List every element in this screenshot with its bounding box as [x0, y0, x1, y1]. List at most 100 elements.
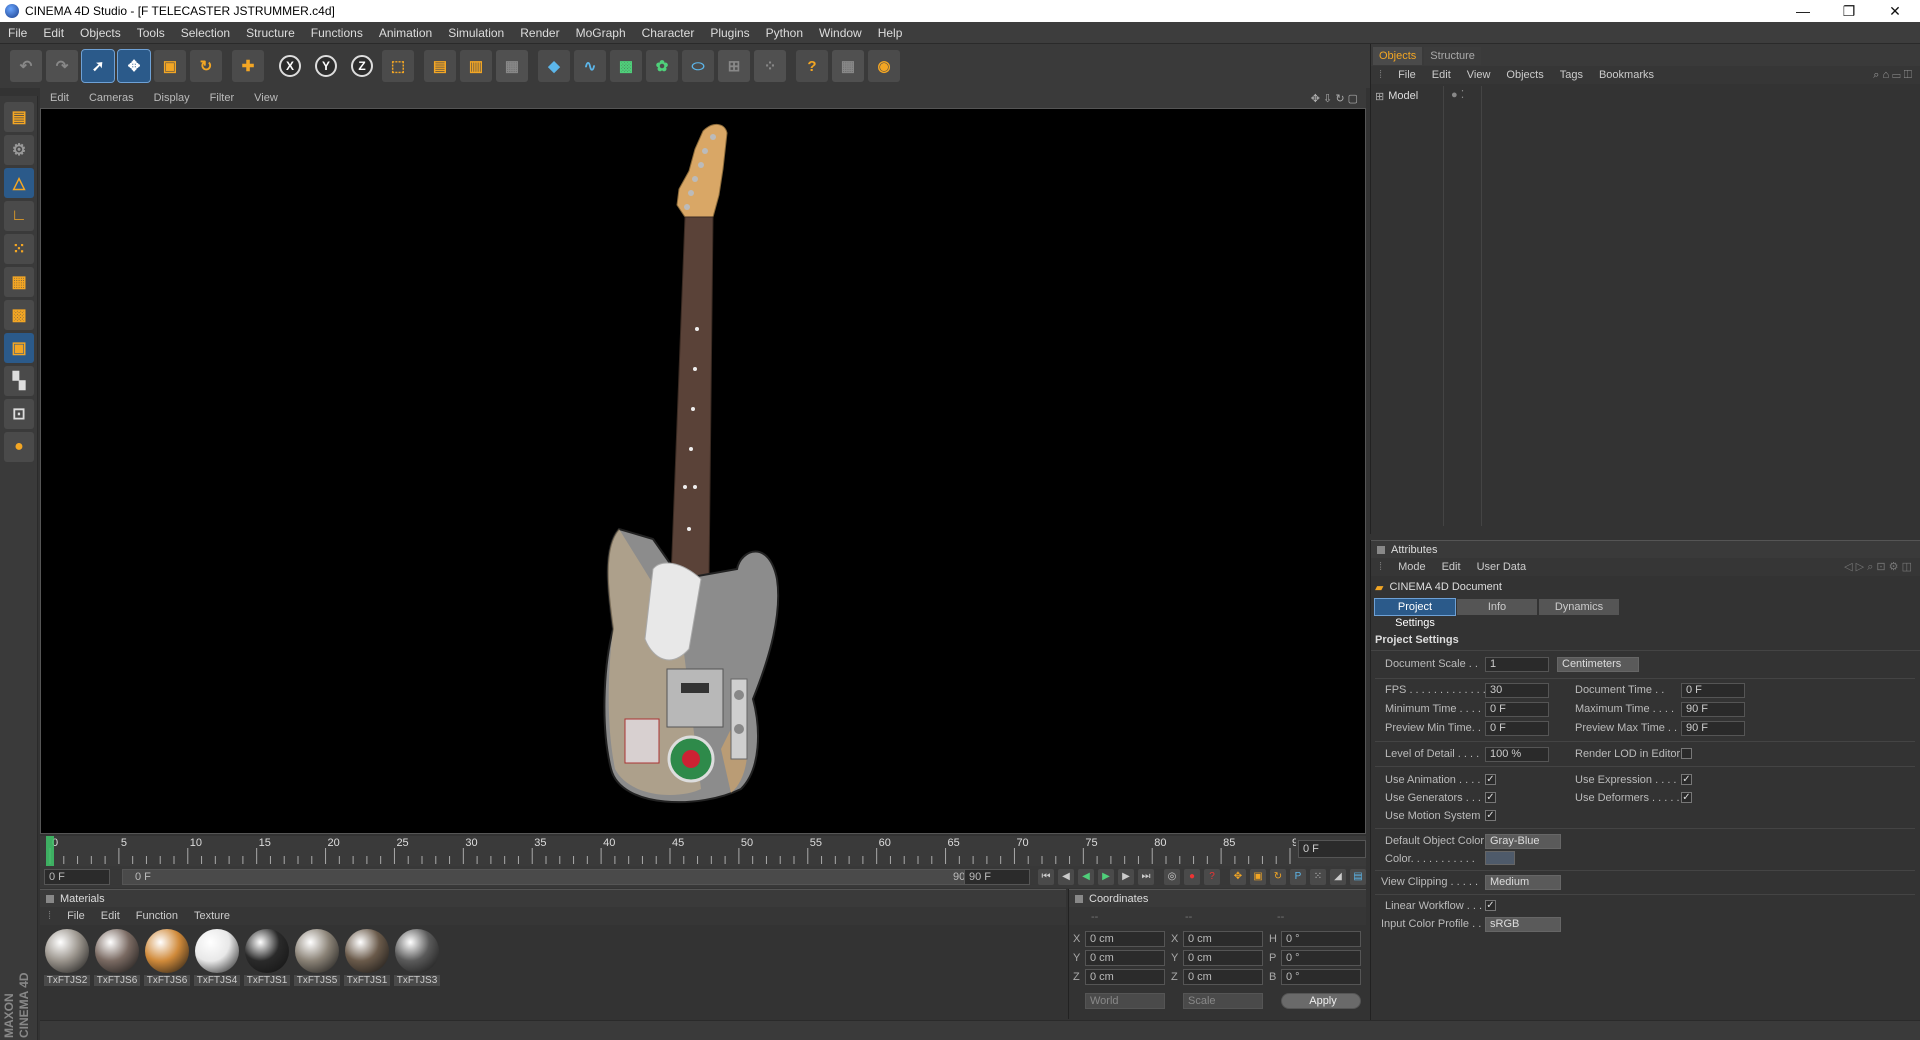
motion-icon[interactable]: ◢: [1330, 869, 1346, 885]
scale-dropdown[interactable]: Scale: [1183, 993, 1263, 1009]
menu-animation[interactable]: Animation: [371, 22, 440, 44]
color-swatch[interactable]: [1485, 851, 1515, 865]
cube-icon[interactable]: ◆: [538, 50, 570, 82]
document-scale-field[interactable]: 1: [1485, 657, 1549, 672]
object-axis-icon[interactable]: ∟: [4, 201, 34, 231]
materials-menu-edit[interactable]: Edit: [93, 910, 128, 922]
material-item[interactable]: TxFTJS5: [294, 929, 340, 986]
menu-objects[interactable]: Objects: [72, 22, 129, 44]
viewport-menu-edit[interactable]: Edit: [40, 92, 79, 104]
material-item[interactable]: TxFTJS1: [244, 929, 290, 986]
min-time-field[interactable]: 0 F: [1485, 702, 1549, 717]
rotation-p-field[interactable]: 0 °: [1281, 950, 1361, 966]
position-z-field[interactable]: 0 cm: [1085, 969, 1165, 985]
end-frame-field[interactable]: 90 F: [964, 869, 1030, 885]
menu-tools[interactable]: Tools: [129, 22, 173, 44]
deformer-icon[interactable]: ⬭: [682, 50, 714, 82]
materials-menu-function[interactable]: Function: [128, 910, 186, 922]
menu-structure[interactable]: Structure: [238, 22, 303, 44]
start-frame-field[interactable]: 0 F: [44, 869, 110, 885]
keyframe-selection-icon[interactable]: ?: [1204, 869, 1220, 885]
next-key-icon[interactable]: ▶: [1118, 869, 1134, 885]
objects-menu-file[interactable]: File: [1390, 69, 1424, 81]
viewport-menu-display[interactable]: Display: [144, 92, 200, 104]
use-generators-checkbox[interactable]: ✓: [1485, 792, 1496, 803]
environment-icon[interactable]: ⁘: [754, 50, 786, 82]
key-param-icon[interactable]: P: [1290, 869, 1306, 885]
play-backward-icon[interactable]: ◀: [1078, 869, 1094, 885]
add-object-icon[interactable]: ✚: [232, 50, 264, 82]
3d-viewport[interactable]: [40, 108, 1366, 834]
z-axis-lock-button[interactable]: Z: [346, 50, 378, 82]
tab-project-settings[interactable]: Project Settings: [1374, 598, 1456, 629]
attributes-nav-icons[interactable]: ◁ ▷ ⌕ ⊡ ⚙ ◫: [1844, 560, 1920, 574]
document-scale-unit-dropdown[interactable]: Centimeters: [1557, 657, 1639, 672]
viewport-menu-view[interactable]: View: [244, 92, 288, 104]
use-motion-checkbox[interactable]: ✓: [1485, 810, 1496, 821]
goto-start-icon[interactable]: ⏮: [1038, 869, 1054, 885]
objects-menu-objects[interactable]: Objects: [1498, 69, 1551, 81]
objects-menu-tags[interactable]: Tags: [1552, 69, 1591, 81]
material-item[interactable]: TxFTJS6: [144, 929, 190, 986]
default-color-dropdown[interactable]: Gray-Blue: [1485, 834, 1561, 849]
rotation-h-field[interactable]: 0 °: [1281, 931, 1361, 947]
visibility-dots-icon[interactable]: ● ⁚: [1451, 88, 1464, 101]
edges-mode-icon[interactable]: ▦: [4, 267, 34, 297]
texture-mode-icon[interactable]: ⚙: [4, 135, 34, 165]
scale-tool-icon[interactable]: ▣: [154, 50, 186, 82]
playhead[interactable]: [46, 836, 54, 866]
polygons-mode-icon[interactable]: ▩: [4, 300, 34, 330]
use-deformers-checkbox[interactable]: ✓: [1681, 792, 1692, 803]
material-item[interactable]: TxFTJS3: [394, 929, 440, 986]
max-time-field[interactable]: 90 F: [1681, 702, 1745, 717]
apply-button[interactable]: Apply: [1281, 993, 1361, 1009]
timeline-icon[interactable]: ▤: [1350, 869, 1366, 885]
scene-icon[interactable]: ⊞: [718, 50, 750, 82]
viewport-nav-icons[interactable]: ✥ ⇩ ↻ ▢: [1311, 92, 1366, 105]
menu-render[interactable]: Render: [512, 22, 567, 44]
menu-mograph[interactable]: MoGraph: [568, 22, 634, 44]
materials-menu-texture[interactable]: Texture: [186, 910, 238, 922]
workplane-icon[interactable]: ▣: [4, 333, 34, 363]
undo-icon[interactable]: ↶: [10, 50, 42, 82]
size-y-field[interactable]: 0 cm: [1183, 950, 1263, 966]
coordinate-system-icon[interactable]: ⬚: [382, 50, 414, 82]
tab-objects[interactable]: Objects: [1373, 47, 1423, 65]
rotation-b-field[interactable]: 0 °: [1281, 969, 1361, 985]
material-item[interactable]: TxFTJS2: [44, 929, 90, 986]
y-axis-lock-button[interactable]: Y: [310, 50, 342, 82]
use-animation-checkbox[interactable]: ✓: [1485, 774, 1496, 785]
light-icon[interactable]: ▦: [832, 50, 864, 82]
viewport-menu-filter[interactable]: Filter: [200, 92, 244, 104]
linear-workflow-checkbox[interactable]: ✓: [1485, 900, 1496, 911]
material-item[interactable]: TxFTJS4: [194, 929, 240, 986]
make-editable-icon[interactable]: ▤: [4, 102, 34, 132]
frame-range-slider[interactable]: 0 F 90 F: [122, 869, 992, 885]
render-view-icon[interactable]: ▤: [424, 50, 456, 82]
tab-info[interactable]: Info: [1457, 599, 1537, 615]
position-y-field[interactable]: 0 cm: [1085, 950, 1165, 966]
materials-menu-file[interactable]: File: [59, 910, 93, 922]
world-dropdown[interactable]: World: [1085, 993, 1165, 1009]
render-settings-icon[interactable]: ▦: [496, 50, 528, 82]
autokey-icon[interactable]: ●: [1184, 869, 1200, 885]
redo-icon[interactable]: ↷: [46, 50, 78, 82]
material-item[interactable]: TxFTJS6: [94, 929, 140, 986]
camera-icon[interactable]: ?: [796, 50, 828, 82]
checker-icon[interactable]: ▚: [4, 366, 34, 396]
use-expression-checkbox[interactable]: ✓: [1681, 774, 1692, 785]
preview-min-field[interactable]: 0 F: [1485, 721, 1549, 736]
key-position-icon[interactable]: ✥: [1230, 869, 1246, 885]
attributes-menu-user-data[interactable]: User Data: [1469, 561, 1535, 573]
view-clipping-dropdown[interactable]: Medium: [1485, 875, 1561, 890]
play-forward-icon[interactable]: ▶: [1098, 869, 1114, 885]
minimize-button[interactable]: —: [1780, 0, 1826, 22]
preview-max-field[interactable]: 90 F: [1681, 721, 1745, 736]
menu-edit[interactable]: Edit: [35, 22, 72, 44]
menu-character[interactable]: Character: [634, 22, 703, 44]
goto-end-icon[interactable]: ⏭: [1138, 869, 1154, 885]
menu-simulation[interactable]: Simulation: [440, 22, 512, 44]
key-scale-icon[interactable]: ▣: [1250, 869, 1266, 885]
sculpt-icon[interactable]: ●: [4, 432, 34, 462]
lod-field[interactable]: 100 %: [1485, 747, 1549, 762]
